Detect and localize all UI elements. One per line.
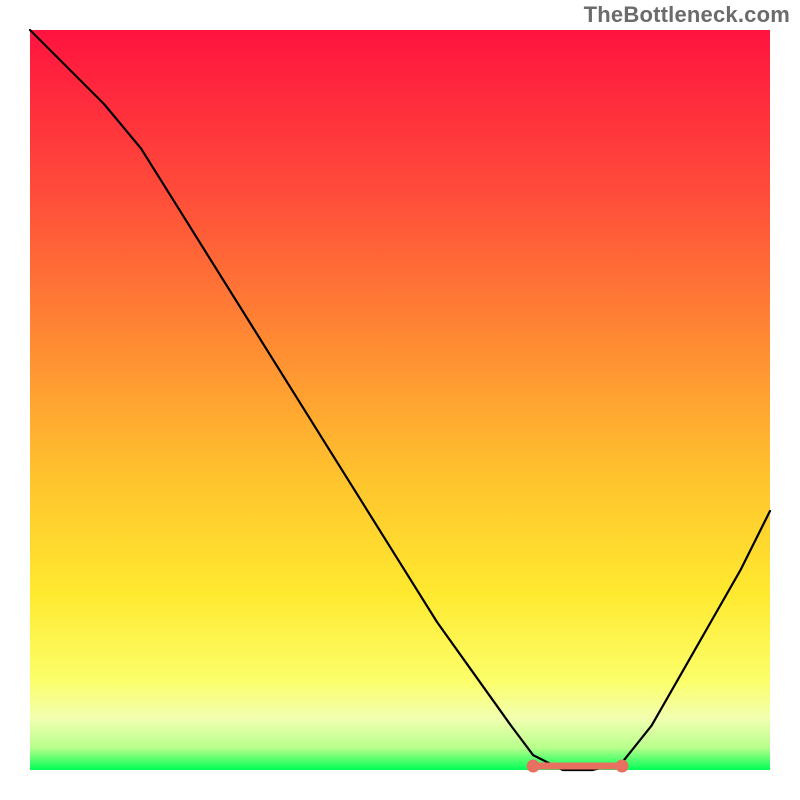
optimal-range-start-dot [527, 760, 539, 772]
bottleneck-chart [0, 0, 800, 800]
watermark-label: TheBottleneck.com [584, 2, 790, 28]
optimal-range-end-dot [616, 760, 628, 772]
optimal-range-bar [533, 763, 622, 769]
plot-background [30, 30, 770, 770]
